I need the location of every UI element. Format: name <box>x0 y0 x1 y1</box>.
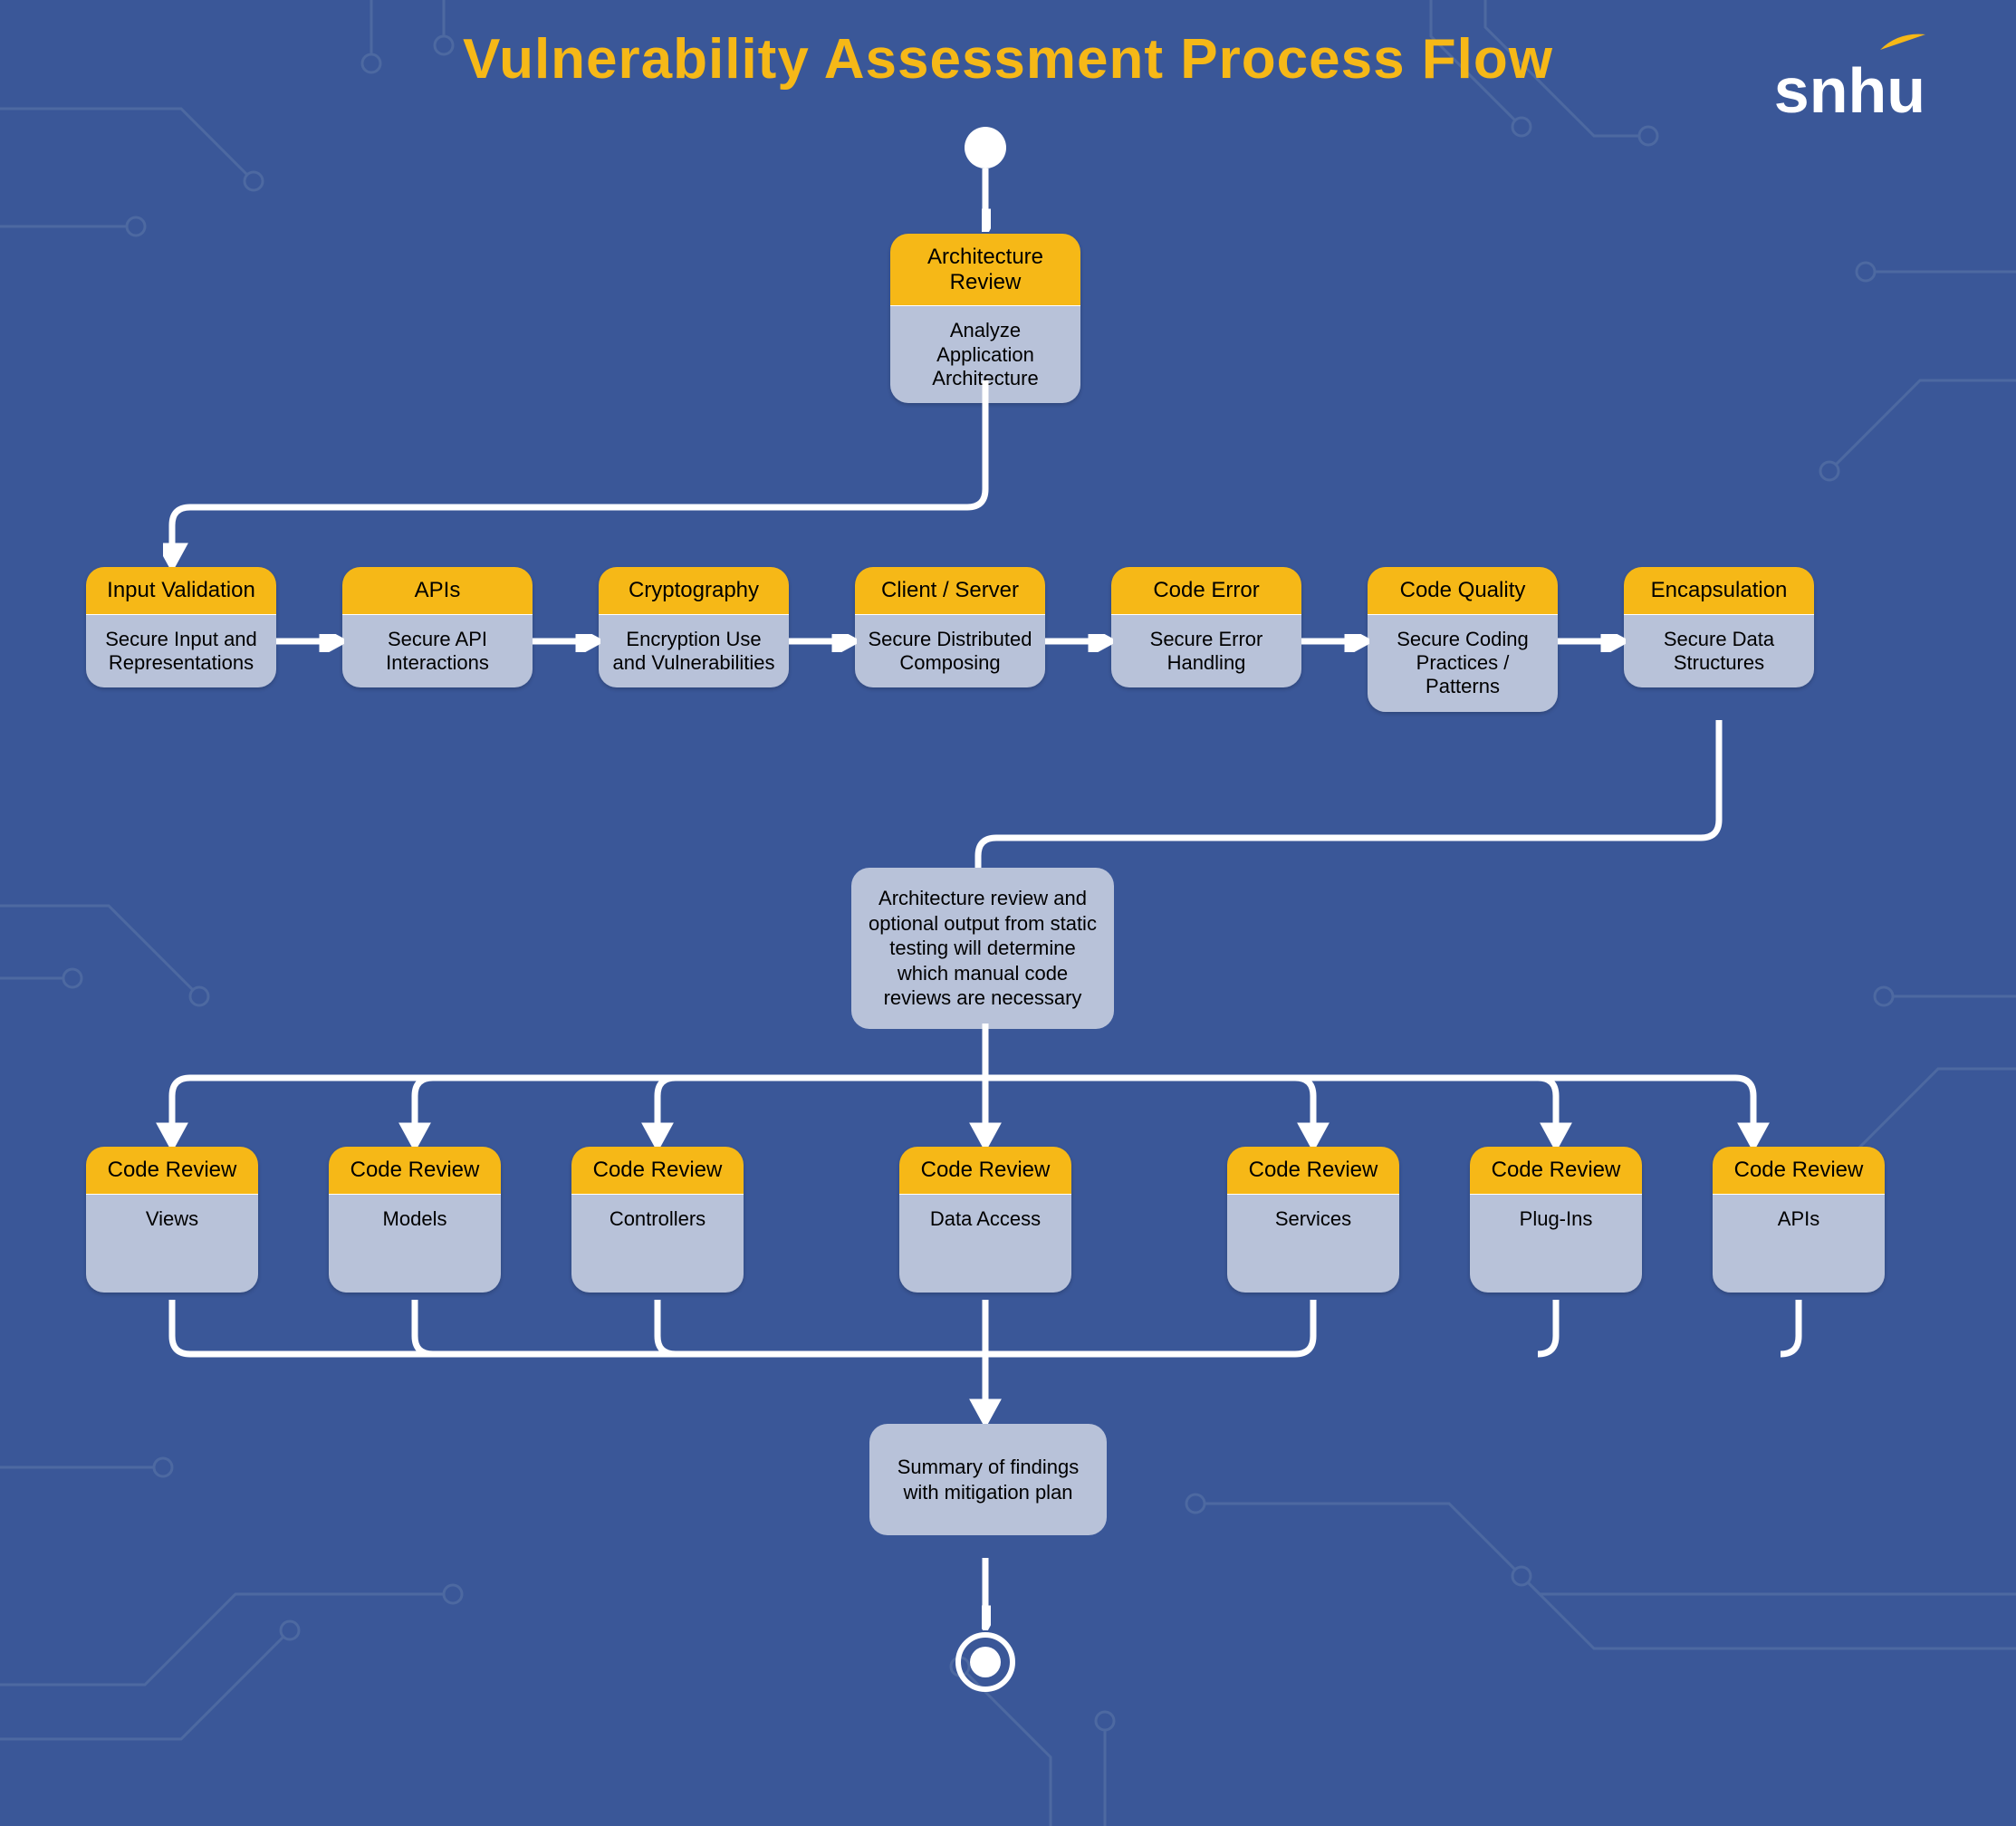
node-body: Secure Error Handling <box>1111 614 1301 688</box>
node-body: Secure Distributed Composing <box>855 614 1045 688</box>
decision-box: Architecture review and optional output … <box>851 868 1114 1029</box>
node-header: Code Review <box>1227 1147 1399 1194</box>
node-header: Code Quality <box>1368 567 1558 614</box>
end-node <box>955 1632 1015 1692</box>
node-input-validation: Input ValidationSecure Input and Represe… <box>86 567 276 687</box>
node-header: Code Review <box>1713 1147 1885 1194</box>
node-header: Client / Server <box>855 567 1045 614</box>
node-code-error: Code ErrorSecure Error Handling <box>1111 567 1301 687</box>
node-review-services: Code ReviewServices <box>1227 1147 1399 1293</box>
node-review-data-access: Code ReviewData Access <box>899 1147 1071 1293</box>
node-cryptography: CryptographyEncryption Use and Vulnerabi… <box>599 567 789 687</box>
summary-box: Summary of findings with mitigation plan <box>869 1424 1107 1535</box>
node-client-server: Client / ServerSecure Distributed Compos… <box>855 567 1045 687</box>
node-header: Code Review <box>86 1147 258 1194</box>
node-header: Code Error <box>1111 567 1301 614</box>
node-body: Encryption Use and Vulnerabilities <box>599 614 789 688</box>
node-header: Code Review <box>899 1147 1071 1194</box>
node-header: APIs <box>342 567 533 614</box>
diagram-title: Vulnerability Assessment Process Flow <box>0 27 2016 91</box>
node-review-plugins: Code ReviewPlug-Ins <box>1470 1147 1642 1293</box>
node-architecture-review: Architecture Review Analyze Application … <box>890 234 1080 403</box>
node-review-controllers: Code ReviewControllers <box>571 1147 744 1293</box>
node-header: Architecture Review <box>890 234 1080 305</box>
node-review-models: Code ReviewModels <box>329 1147 501 1293</box>
node-body: Views <box>86 1194 258 1293</box>
node-body: Secure Input and Representations <box>86 614 276 688</box>
node-encapsulation: EncapsulationSecure Data Structures <box>1624 567 1814 687</box>
node-header: Cryptography <box>599 567 789 614</box>
node-body: Secure API Interactions <box>342 614 533 688</box>
node-body: Models <box>329 1194 501 1293</box>
node-body: APIs <box>1713 1194 1885 1293</box>
node-review-apis: Code ReviewAPIs <box>1713 1147 1885 1293</box>
node-code-quality: Code QualitySecure Coding Practices / Pa… <box>1368 567 1558 712</box>
node-body: Secure Data Structures <box>1624 614 1814 688</box>
logo-text: snhu <box>1774 55 1925 126</box>
node-body: Plug-Ins <box>1470 1194 1642 1293</box>
node-header: Encapsulation <box>1624 567 1814 614</box>
node-header: Code Review <box>1470 1147 1642 1194</box>
node-header: Code Review <box>329 1147 501 1194</box>
node-body: Services <box>1227 1194 1399 1293</box>
node-body: Data Access <box>899 1194 1071 1293</box>
node-body: Controllers <box>571 1194 744 1293</box>
node-body: Secure Coding Practices / Patterns <box>1368 614 1558 712</box>
node-header: Code Review <box>571 1147 744 1194</box>
logo: snhu <box>1774 54 1925 127</box>
node-header: Input Validation <box>86 567 276 614</box>
start-node <box>965 127 1006 168</box>
node-review-views: Code ReviewViews <box>86 1147 258 1293</box>
node-apis: APIsSecure API Interactions <box>342 567 533 687</box>
